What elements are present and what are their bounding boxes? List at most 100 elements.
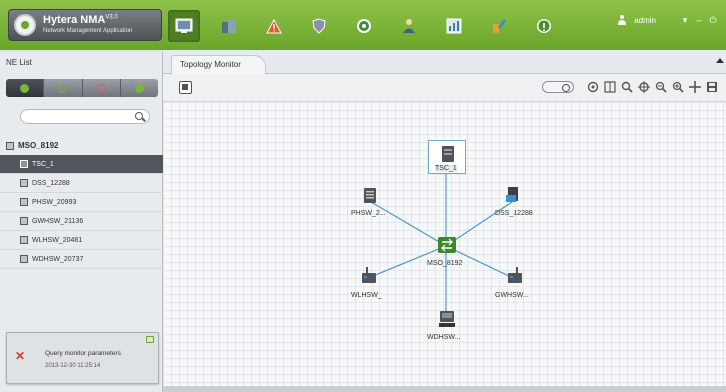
- phsw-device-icon: [364, 188, 376, 203]
- tsc-icon: [20, 160, 28, 168]
- brand-logo-block: Hytera NMAV3.0 Network Management Applic…: [8, 9, 162, 41]
- search-icon[interactable]: [135, 112, 143, 120]
- pan-icon[interactable]: [689, 81, 701, 93]
- filter-all-button[interactable]: [6, 79, 45, 97]
- node-mso-label: MSO_8192: [427, 260, 463, 267]
- wlhsw-device-icon: [362, 267, 376, 283]
- tree-root-mso[interactable]: MSO_8192: [0, 136, 163, 155]
- user-management-button[interactable]: [393, 10, 425, 42]
- locate-icon[interactable]: [638, 81, 650, 93]
- dss-icon: [20, 179, 28, 187]
- node-wlhsw[interactable]: WLHSW_: [351, 264, 391, 304]
- tab-strip: Topology Monitor: [163, 50, 726, 74]
- security-shield-icon: [312, 18, 326, 34]
- topology-canvas[interactable]: TSC_1 PHSW_2... DSS_12288 MSO_8192 WLHSW…: [163, 102, 726, 387]
- node-mso[interactable]: MSO_8192: [425, 234, 469, 272]
- node-dss[interactable]: DSS_12288: [491, 184, 541, 220]
- user-name[interactable]: admin: [634, 16, 656, 25]
- alarm-button[interactable]: [258, 10, 290, 42]
- dss-computer-icon: [506, 187, 518, 202]
- offline-filter-icon: [96, 83, 106, 93]
- user-icon: [618, 15, 627, 25]
- node-wlhsw-label: WLHSW_: [351, 292, 382, 299]
- hytera-logo-icon: [14, 14, 36, 36]
- info-icon: [537, 19, 551, 33]
- wlhsw-icon: [20, 236, 28, 244]
- wdhsw-device-icon: [439, 311, 455, 327]
- menu-dropdown-icon[interactable]: ▾: [678, 15, 692, 26]
- tools-button[interactable]: [483, 10, 515, 42]
- settings-icon[interactable]: [587, 81, 599, 93]
- filter-alarm-button[interactable]: [121, 79, 158, 97]
- tree-item-wdhsw[interactable]: WDHSW_20737: [0, 250, 163, 269]
- tree-item-label: WDHSW_20737: [32, 255, 84, 263]
- brand-version: V3.0: [105, 14, 118, 21]
- error-x-icon[interactable]: ✕: [15, 349, 25, 363]
- tree-item-wlhsw[interactable]: WLHSW_20481: [0, 231, 163, 250]
- gwhsw-icon: [20, 217, 28, 225]
- tree-item-label: GWHSW_21136: [32, 217, 84, 225]
- status-bar: [163, 386, 726, 392]
- topology-icon: [175, 18, 193, 33]
- notification-pin-icon[interactable]: [146, 336, 154, 343]
- all-filter-icon: [20, 83, 30, 93]
- main-toolbar: [168, 10, 573, 42]
- user-area: admin ▾ – ⏻: [618, 10, 720, 30]
- alarm-filter-icon: [134, 83, 144, 93]
- tree-item-gwhsw[interactable]: GWHSW_21136: [0, 212, 163, 231]
- node-wdhsw[interactable]: WDHSW...: [425, 308, 469, 348]
- brand-subtitle: Network Management Application: [43, 28, 133, 34]
- filter-normal-button[interactable]: [44, 79, 83, 97]
- tree-item-phsw[interactable]: PHSW_20993: [0, 193, 163, 212]
- filter-offline-button[interactable]: [83, 79, 121, 97]
- node-wdhsw-label: WDHSW...: [427, 334, 461, 341]
- export-icon[interactable]: [179, 81, 192, 94]
- notification-time: 2013-12-30 11:25:14: [45, 363, 101, 369]
- normal-filter-icon: [58, 83, 68, 93]
- tree-root-label: MSO_8192: [18, 141, 59, 150]
- status-button[interactable]: [348, 10, 380, 42]
- search-zoom-icon[interactable]: [621, 81, 633, 93]
- tree-item-label: WLHSW_20481: [32, 236, 83, 244]
- topology-toolbar: [163, 74, 726, 102]
- node-tsc-label: TSC_1: [435, 165, 457, 172]
- ne-search-input[interactable]: [27, 111, 132, 122]
- minimize-button[interactable]: –: [692, 15, 706, 25]
- zoom-out-icon[interactable]: [655, 81, 667, 93]
- node-phsw-label: PHSW_2...: [351, 210, 386, 217]
- equipment-icon: [222, 19, 236, 33]
- tree-item-dss[interactable]: DSS_12288: [0, 174, 163, 193]
- brand-name-text: Hytera NMA: [43, 14, 106, 26]
- user-management-icon: [403, 19, 415, 33]
- node-dss-label: DSS_12288: [495, 210, 533, 217]
- zoom-in-icon[interactable]: [672, 81, 684, 93]
- security-button[interactable]: [303, 10, 335, 42]
- node-gwhsw[interactable]: GWHSW...: [493, 264, 537, 304]
- tab-menu-icon[interactable]: [716, 58, 724, 63]
- ne-search-box: [20, 109, 150, 124]
- report-button[interactable]: [438, 10, 470, 42]
- ne-filter-bar: [6, 79, 158, 97]
- phsw-icon: [20, 198, 28, 206]
- layout-icon[interactable]: [604, 81, 616, 93]
- toggle-switch-icon[interactable]: [542, 81, 574, 93]
- notification-message: Query monitor parameters: [45, 350, 121, 357]
- report-icon: [446, 18, 462, 34]
- mso-switch-icon: [438, 237, 456, 253]
- ne-list-title: NE List: [6, 58, 32, 67]
- save-icon[interactable]: [706, 81, 718, 93]
- equipment-button[interactable]: [213, 10, 245, 42]
- mso-icon: [6, 141, 14, 150]
- node-phsw[interactable]: PHSW_2...: [351, 184, 393, 220]
- topology-button[interactable]: [168, 10, 200, 42]
- node-tsc[interactable]: TSC_1: [428, 140, 466, 174]
- wdhsw-icon: [20, 255, 28, 263]
- tree-item-tsc[interactable]: TSC_1: [0, 155, 163, 174]
- tab-topology-monitor[interactable]: Topology Monitor: [171, 55, 266, 74]
- tree-item-label: DSS_12288: [32, 179, 70, 187]
- tools-icon: [493, 19, 507, 33]
- tree-item-label: TSC_1: [32, 160, 54, 168]
- power-exit-button[interactable]: ⏻: [706, 15, 720, 26]
- info-button[interactable]: [528, 10, 560, 42]
- app-header: Hytera NMAV3.0 Network Management Applic…: [0, 0, 726, 50]
